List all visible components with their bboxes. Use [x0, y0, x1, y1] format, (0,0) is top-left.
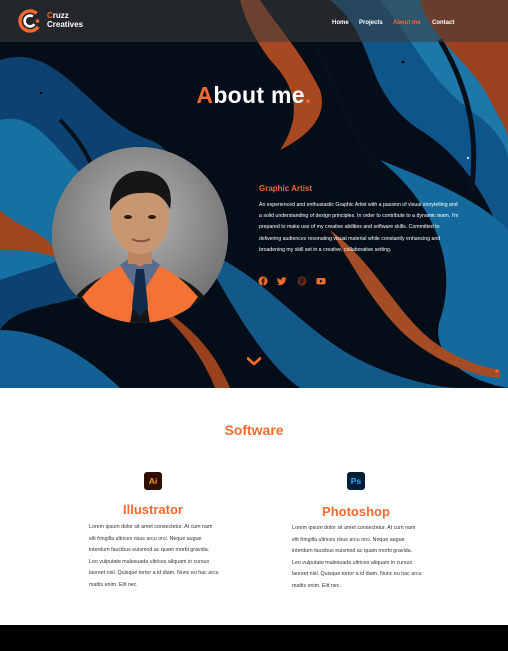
- footer: [0, 625, 508, 651]
- illustrator-description: Lorem ipsum dolor sit amet consectetur. …: [89, 524, 219, 588]
- illustrator-icon: Ai: [144, 472, 162, 490]
- pinterest-icon[interactable]: [297, 276, 307, 286]
- software-heading: Software: [224, 422, 284, 438]
- title-dot: .: [304, 82, 312, 108]
- nav-contact-link[interactable]: Contact: [432, 20, 454, 26]
- brand-line-1-text: ruzz: [52, 11, 69, 20]
- top-navbar: Cruzz Creatives Home Projects About me C…: [0, 0, 508, 42]
- facebook-icon[interactable]: [258, 276, 268, 286]
- cruzz-logo-icon[interactable]: [18, 9, 42, 33]
- nav-home-link[interactable]: Home: [332, 20, 349, 26]
- bio-text: An experienced and enthusiastic Graphic …: [259, 202, 459, 253]
- brand-name[interactable]: Cruzz Creatives: [47, 11, 84, 29]
- brand-line-2: Creatives: [47, 19, 84, 29]
- role-heading: Graphic Artist: [259, 184, 313, 193]
- twitter-icon[interactable]: [277, 276, 287, 286]
- illustrator-title: Illustrator: [123, 502, 183, 517]
- nav-projects-link[interactable]: Projects: [359, 20, 383, 26]
- title-accent-letter: A: [196, 82, 214, 108]
- photoshop-icon: Ps: [347, 472, 365, 490]
- title-text: bout me: [213, 82, 305, 108]
- page-title: About me.: [0, 82, 508, 109]
- photoshop-title: Photoshop: [322, 504, 390, 519]
- chevron-down-icon[interactable]: [247, 357, 261, 366]
- nav-about-link[interactable]: About me: [393, 20, 421, 26]
- profile-photo: [52, 147, 228, 323]
- hero-section: Cruzz Creatives Home Projects About me C…: [0, 0, 508, 388]
- youtube-icon[interactable]: [316, 276, 326, 286]
- photoshop-description: Lorem ipsum dolor sit amet consectetur. …: [292, 525, 422, 589]
